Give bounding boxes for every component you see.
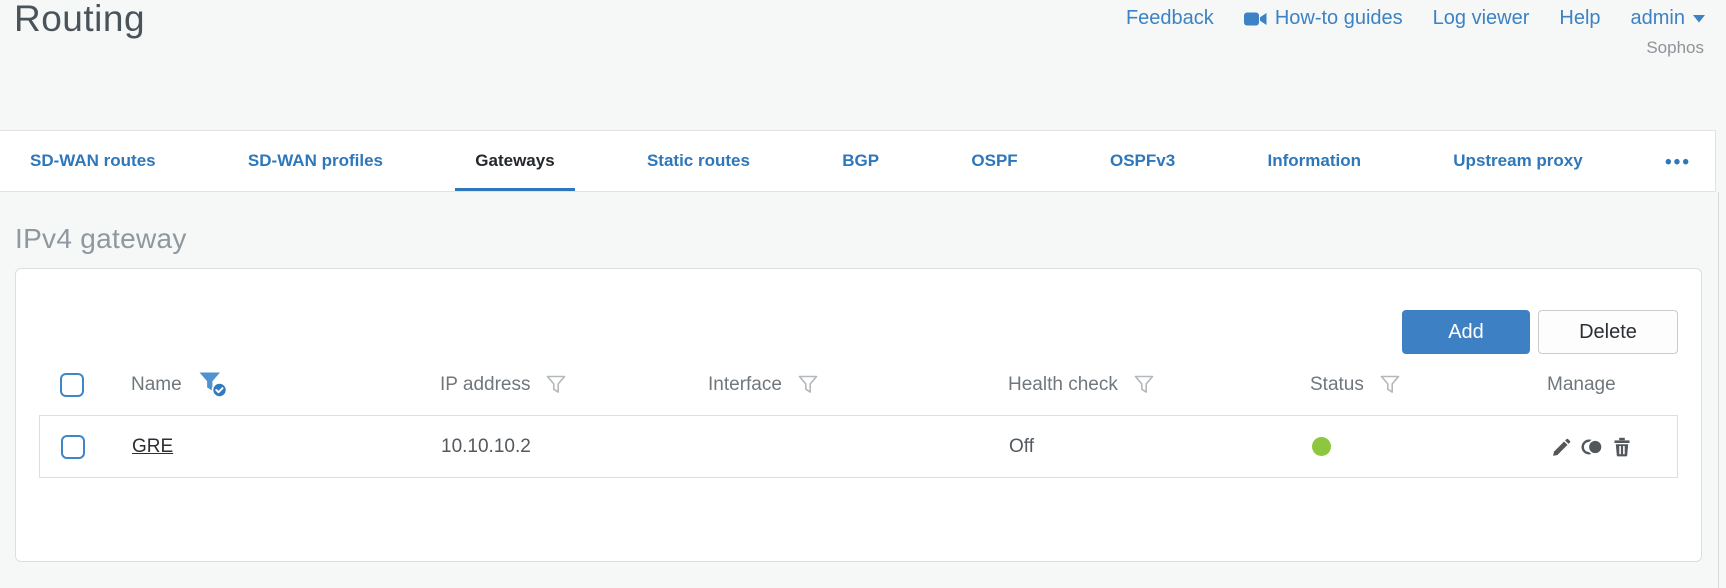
column-header-ip-address: IP address xyxy=(440,373,531,395)
column-header-status: Status xyxy=(1310,373,1364,395)
log-viewer-label: Log viewer xyxy=(1432,7,1530,29)
filter-icon[interactable] xyxy=(546,375,567,395)
page-header: Routing Feedback How-to guides Log viewe… xyxy=(0,0,1726,130)
clone-icon[interactable] xyxy=(1581,437,1603,457)
log-viewer-link[interactable]: Log viewer xyxy=(1433,7,1530,30)
select-all-checkbox[interactable] xyxy=(60,372,84,397)
column-header-name: Name xyxy=(131,373,182,395)
content-area: IPv4 gateway Add Delete Name IP address … xyxy=(0,192,1726,562)
table-toolbar: Add Delete xyxy=(39,310,1678,354)
manage-cell xyxy=(1548,437,1677,457)
more-tabs-button[interactable]: ••• xyxy=(1655,131,1701,191)
tab-ospf[interactable]: OSPF xyxy=(951,131,1037,191)
table-row: GRE 10.10.10.2 Off xyxy=(39,415,1678,478)
chevron-down-icon xyxy=(1693,14,1705,23)
delete-trash-icon[interactable] xyxy=(1612,437,1632,457)
admin-label: admin xyxy=(1630,7,1685,29)
gateway-name-link[interactable]: GRE xyxy=(132,436,173,458)
routing-page: Routing Feedback How-to guides Log viewe… xyxy=(0,0,1726,588)
how-to-guides-link[interactable]: How-to guides xyxy=(1243,7,1403,30)
filter-icon[interactable] xyxy=(1134,375,1155,395)
section-heading: IPv4 gateway xyxy=(15,223,187,254)
page-title: Routing xyxy=(14,0,146,39)
tab-sdwan-routes[interactable]: SD-WAN routes xyxy=(10,131,176,191)
gateway-panel: Add Delete Name IP address Interface Hea… xyxy=(15,268,1702,562)
video-camera-icon xyxy=(1243,11,1267,27)
utility-links: Feedback How-to guides Log viewer Help a… xyxy=(1126,7,1705,30)
ip-address-cell: 10.10.10.2 xyxy=(441,435,531,457)
tab-upstream-proxy[interactable]: Upstream proxy xyxy=(1433,131,1602,191)
delete-button[interactable]: Delete xyxy=(1538,310,1678,354)
feedback-link[interactable]: Feedback xyxy=(1126,7,1214,30)
status-indicator-dot xyxy=(1312,437,1331,456)
brand-label: Sophos xyxy=(1646,38,1704,57)
filter-active-icon[interactable] xyxy=(198,371,229,398)
admin-menu[interactable]: admin xyxy=(1631,7,1705,30)
filter-icon[interactable] xyxy=(798,375,819,395)
column-header-manage: Manage xyxy=(1547,373,1616,395)
tab-bar: SD-WAN routes SD-WAN profiles Gateways S… xyxy=(0,130,1716,192)
table-header-row: Name IP address Interface Health check S… xyxy=(39,354,1678,415)
help-link[interactable]: Help xyxy=(1559,7,1600,30)
how-to-guides-label: How-to guides xyxy=(1274,7,1403,29)
help-label: Help xyxy=(1559,7,1601,29)
tab-ospfv3[interactable]: OSPFv3 xyxy=(1090,131,1195,191)
tab-bgp[interactable]: BGP xyxy=(822,131,899,191)
tab-gateways[interactable]: Gateways xyxy=(455,131,575,191)
row-checkbox[interactable] xyxy=(61,434,85,459)
tab-sdwan-profiles[interactable]: SD-WAN profiles xyxy=(228,131,403,191)
column-header-interface: Interface xyxy=(708,373,782,395)
health-check-cell: Off xyxy=(1009,435,1034,457)
tab-information[interactable]: Information xyxy=(1247,131,1381,191)
column-header-health-check: Health check xyxy=(1008,373,1118,395)
scrollbar-track[interactable] xyxy=(1718,192,1719,588)
filter-icon[interactable] xyxy=(1380,375,1401,395)
edit-pencil-icon[interactable] xyxy=(1552,437,1572,457)
add-button[interactable]: Add xyxy=(1402,310,1530,354)
feedback-label: Feedback xyxy=(1125,7,1214,29)
tab-static-routes[interactable]: Static routes xyxy=(627,131,770,191)
